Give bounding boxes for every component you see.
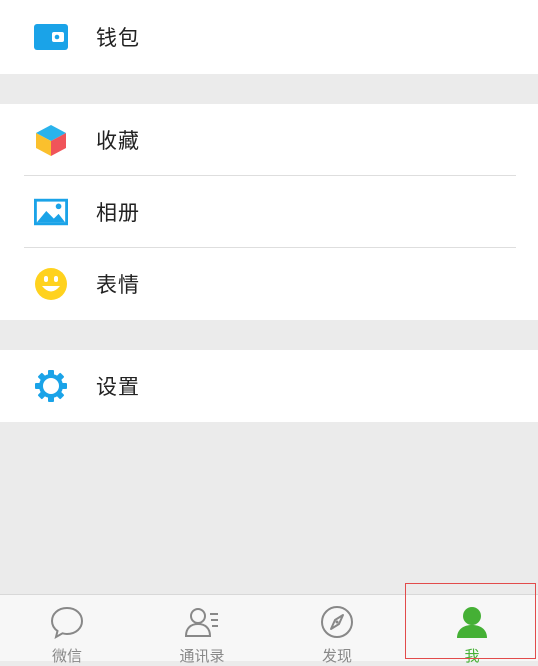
- tab-chats[interactable]: 微信: [0, 595, 134, 665]
- menu-item-wallet[interactable]: 钱包: [0, 0, 538, 74]
- chat-bubble-icon: [49, 605, 85, 640]
- tab-discover[interactable]: 发现: [270, 595, 404, 665]
- cube-icon: [34, 123, 68, 157]
- menu-item-settings[interactable]: 设置: [0, 350, 538, 422]
- wallet-icon: [34, 20, 68, 54]
- wallet-group: 钱包: [0, 0, 538, 74]
- menu-item-album-label: 相册: [96, 201, 140, 225]
- collection-group: 收藏 相册 表情: [0, 104, 538, 320]
- menu-item-favorites-label: 收藏: [96, 129, 140, 153]
- tab-me-label: 我: [464, 647, 480, 665]
- picture-icon: [34, 195, 68, 229]
- settings-group: 设置: [0, 350, 538, 422]
- person-icon: [454, 605, 490, 639]
- tab-me[interactable]: 我: [405, 595, 538, 665]
- menu-item-favorites[interactable]: 收藏: [0, 104, 538, 176]
- smiley-icon: [34, 267, 68, 301]
- menu-item-stickers-label: 表情: [96, 273, 140, 297]
- tab-contacts[interactable]: 通讯录: [135, 595, 269, 665]
- tab-discover-label: 发现: [321, 647, 352, 665]
- tab-chats-label: 微信: [51, 647, 82, 665]
- gear-icon: [34, 369, 68, 403]
- menu-item-settings-label: 设置: [96, 375, 140, 399]
- menu-item-wallet-label: 钱包: [96, 26, 140, 50]
- bottom-tab-bar: 微信 通讯录 发现 我: [0, 594, 538, 665]
- tab-contacts-label: 通讯录: [179, 647, 225, 665]
- contacts-icon: [184, 605, 220, 639]
- menu-item-stickers[interactable]: 表情: [0, 248, 538, 320]
- compass-icon: [319, 605, 355, 639]
- menu-item-album[interactable]: 相册: [0, 176, 538, 248]
